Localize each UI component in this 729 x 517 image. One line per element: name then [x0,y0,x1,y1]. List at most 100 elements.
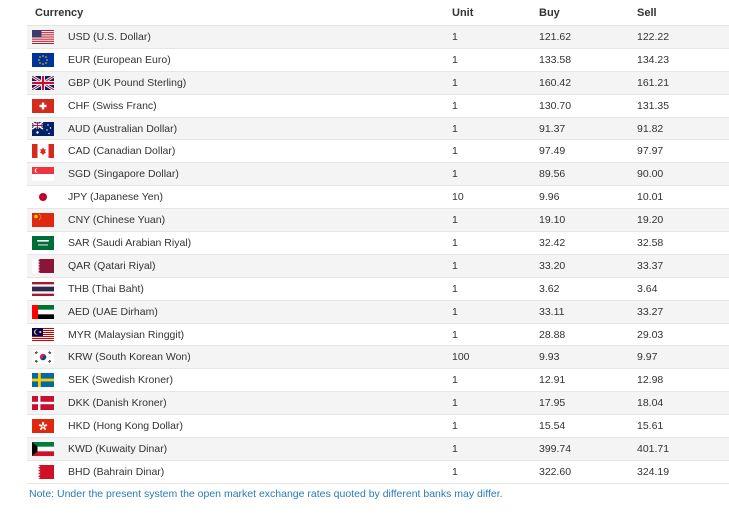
currency-name: KRW (South Korean Won) [68,351,191,364]
sell-rate-cell: 161.21 [637,71,729,95]
switzerland-flag-icon [32,98,54,113]
currency-name: CHF (Swiss Franc) [68,99,157,112]
buy-rate-cell: 9.93 [539,345,637,370]
buy-rate-cell: 33.20 [539,254,637,278]
currency-cell: KWD (Kuwaity Dinar) [27,437,452,461]
currency-name: SEK (Swedish Kroner) [68,374,174,387]
currency-cell: CNY (Chinese Yuan) [27,208,452,233]
unit-cell: 1 [452,323,539,347]
canada-flag-icon [32,144,54,159]
south-korea-flag-icon [32,350,54,365]
unit-cell: 1 [452,368,539,393]
table-row: SGD (Singapore Dollar) 1 89.56 90.00 [27,162,729,187]
currency-name: KWD (Kuwaity Dinar) [68,442,168,455]
header-sell: Sell [637,0,729,26]
disclaimer-note: Note: Under the present system the open … [29,488,503,500]
currency-name: JPY (Japanese Yen) [68,191,163,204]
unit-cell: 1 [452,391,539,416]
thailand-flag-icon [32,281,54,296]
currency-cell: AUD (Australian Dollar) [27,117,452,141]
currency-name: CNY (Chinese Yuan) [68,214,166,227]
qatar-flag-icon [32,258,54,273]
currency-name: THB (Thai Baht) [68,282,144,295]
sell-rate-cell: 33.37 [637,254,729,278]
unit-cell: 1 [452,48,539,72]
sell-rate-cell: 122.22 [637,25,729,49]
unit-cell: 1 [452,25,539,49]
table-row: THB (Thai Baht) 1 3.62 3.64 [27,277,729,301]
currency-cell: JPY (Japanese Yen) [27,185,452,210]
currency-name: EUR (European Euro) [68,53,171,66]
currency-name: SAR (Saudi Arabian Riyal) [68,236,192,249]
unit-cell: 1 [452,300,539,324]
unit-cell: 1 [452,71,539,95]
buy-rate-cell: 15.54 [539,414,637,439]
buy-rate-cell: 19.10 [539,208,637,233]
sweden-flag-icon [32,373,54,388]
unit-cell: 1 [452,139,539,164]
unit-cell: 10 [452,185,539,210]
unit-cell: 1 [452,437,539,461]
currency-cell: MYR (Malaysian Ringgit) [27,323,452,347]
hong-kong-flag-icon [32,419,54,434]
table-body: USD (U.S. Dollar) 1 121.62 122.22 EUR (Europ… [27,25,729,484]
sell-rate-cell: 33.27 [637,300,729,324]
table-row: CHF (Swiss Franc) 1 130.70 131.35 [27,94,729,118]
currency-cell: SGD (Singapore Dollar) [27,162,452,187]
currency-name: DKK (Danish Kroner) [68,397,167,410]
currency-cell: CHF (Swiss Franc) [27,94,452,118]
sell-rate-cell: 12.98 [637,368,729,393]
uk-flag-icon [32,75,54,90]
sell-rate-cell: 3.64 [637,277,729,301]
sell-rate-cell: 131.35 [637,94,729,118]
currency-cell: USD (U.S. Dollar) [27,25,452,49]
currency-name: AED (UAE Dirham) [68,305,158,318]
buy-rate-cell: 160.42 [539,71,637,95]
japan-flag-icon [32,190,54,205]
buy-rate-cell: 399.74 [539,437,637,461]
singapore-flag-icon [32,167,54,182]
unit-cell: 1 [452,231,539,255]
unit-cell: 1 [452,460,539,484]
table-row: SAR (Saudi Arabian Riyal) 1 32.42 32.58 [27,231,729,255]
table-row: CAD (Canadian Dollar) 1 97.49 97.97 [27,139,729,164]
kuwait-flag-icon [32,441,54,456]
table-row: AUD (Australian Dollar) 1 91.37 91.82 [27,117,729,141]
australia-flag-icon [32,121,54,136]
sell-rate-cell: 134.23 [637,48,729,72]
unit-cell: 1 [452,94,539,118]
unit-cell: 1 [452,162,539,187]
sell-rate-cell: 91.82 [637,117,729,141]
currency-name: GBP (UK Pound Sterling) [68,76,187,89]
currency-cell: THB (Thai Baht) [27,277,452,301]
usa-flag-icon [32,29,54,44]
buy-rate-cell: 12.91 [539,368,637,393]
sell-rate-cell: 29.03 [637,323,729,347]
buy-rate-cell: 32.42 [539,231,637,255]
buy-rate-cell: 33.11 [539,300,637,324]
header-buy: Buy [539,0,637,26]
table-row: QAR (Qatari Riyal) 1 33.20 33.37 [27,254,729,278]
sell-rate-cell: 15.61 [637,414,729,439]
currency-name: CAD (Canadian Dollar) [68,145,176,158]
buy-rate-cell: 133.58 [539,48,637,72]
unit-cell: 1 [452,117,539,141]
sell-rate-cell: 32.58 [637,231,729,255]
buy-rate-cell: 121.62 [539,25,637,49]
currency-cell: HKD (Hong Kong Dollar) [27,414,452,439]
eu-flag-icon [32,52,54,67]
table-row: JPY (Japanese Yen) 10 9.96 10.01 [27,185,729,210]
unit-cell: 1 [452,254,539,278]
china-flag-icon [32,213,54,228]
buy-rate-cell: 91.37 [539,117,637,141]
malaysia-flag-icon [32,327,54,342]
table-row: GBP (UK Pound Sterling) 1 160.42 161.21 [27,71,729,95]
currency-name: SGD (Singapore Dollar) [68,168,179,181]
currency-cell: BHD (Bahrain Dinar) [27,460,452,484]
unit-cell: 1 [452,277,539,301]
bahrain-flag-icon [32,464,54,479]
buy-rate-cell: 3.62 [539,277,637,301]
sell-rate-cell: 401.71 [637,437,729,461]
table-row: HKD (Hong Kong Dollar) 1 15.54 15.61 [27,414,729,439]
table-row: MYR (Malaysian Ringgit) 1 28.88 29.03 [27,323,729,347]
